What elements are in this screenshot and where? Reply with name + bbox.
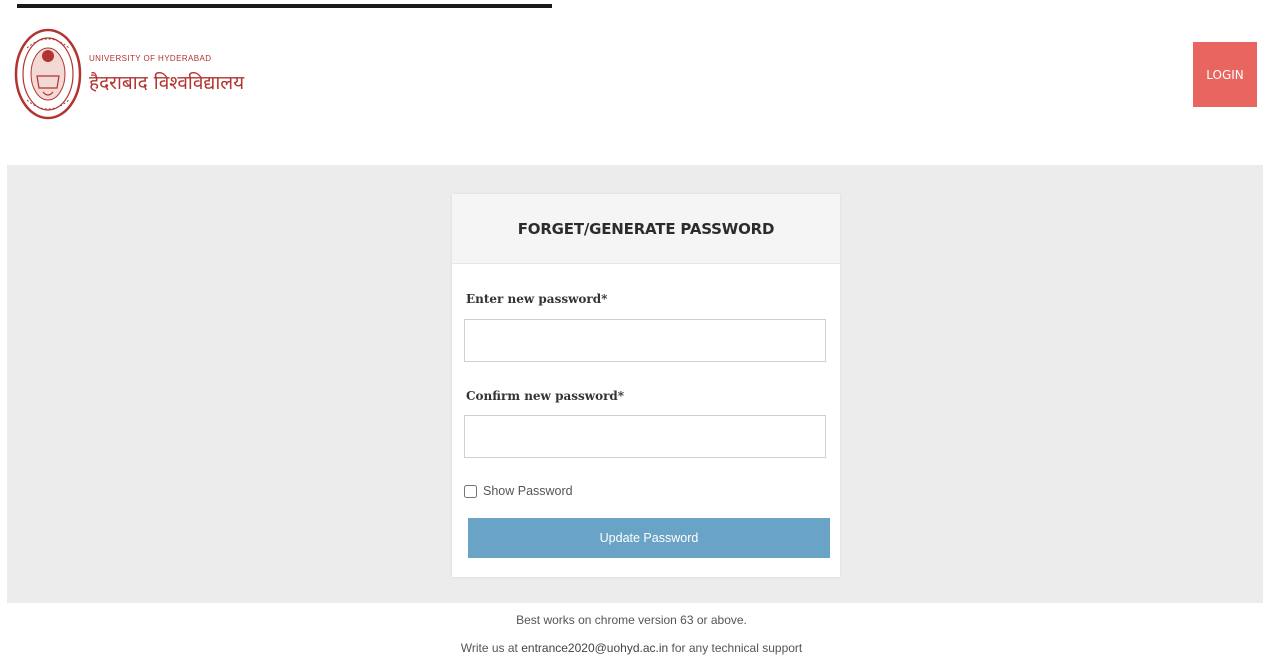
password-reset-card: FORGET/GENERATE PASSWORD Enter new passw…: [452, 194, 840, 577]
show-password-row[interactable]: Show Password: [464, 484, 573, 498]
new-password-label: Enter new password*: [466, 292, 608, 306]
show-password-checkbox[interactable]: [464, 484, 477, 498]
browser-note: Best works on chrome version 63 or above…: [516, 613, 747, 627]
card-header: FORGET/GENERATE PASSWORD: [452, 194, 840, 264]
support-email-link[interactable]: entrance2020@uohyd.ac.in: [521, 641, 668, 655]
login-button[interactable]: LOGIN: [1193, 42, 1257, 107]
new-password-input[interactable]: [464, 319, 826, 362]
university-logo[interactable]: UNIVERSITY OF HYDERABAD हैदराबाद विश्ववि…: [13, 26, 244, 122]
logo-text: UNIVERSITY OF HYDERABAD हैदराबाद विश्ववि…: [89, 54, 244, 95]
university-seal-icon: [14, 28, 82, 120]
support-suffix: for any technical support: [671, 641, 803, 655]
site-header: UNIVERSITY OF HYDERABAD हैदराबाद विश्ववि…: [0, 8, 1263, 164]
update-password-button[interactable]: Update Password: [468, 518, 830, 558]
university-name-english: UNIVERSITY OF HYDERABAD: [89, 53, 212, 63]
form-title: FORGET/GENERATE PASSWORD: [517, 219, 775, 238]
confirm-password-input[interactable]: [464, 415, 826, 458]
university-name-hindi: हैदराबाद विश्वविद्यालय: [89, 71, 245, 94]
show-password-label[interactable]: Show Password: [483, 484, 573, 498]
confirm-password-label: Confirm new password*: [466, 389, 625, 403]
support-note: Write us at entrance2020@uohyd.ac.in for…: [0, 641, 1263, 655]
support-prefix: Write us at: [460, 641, 518, 655]
